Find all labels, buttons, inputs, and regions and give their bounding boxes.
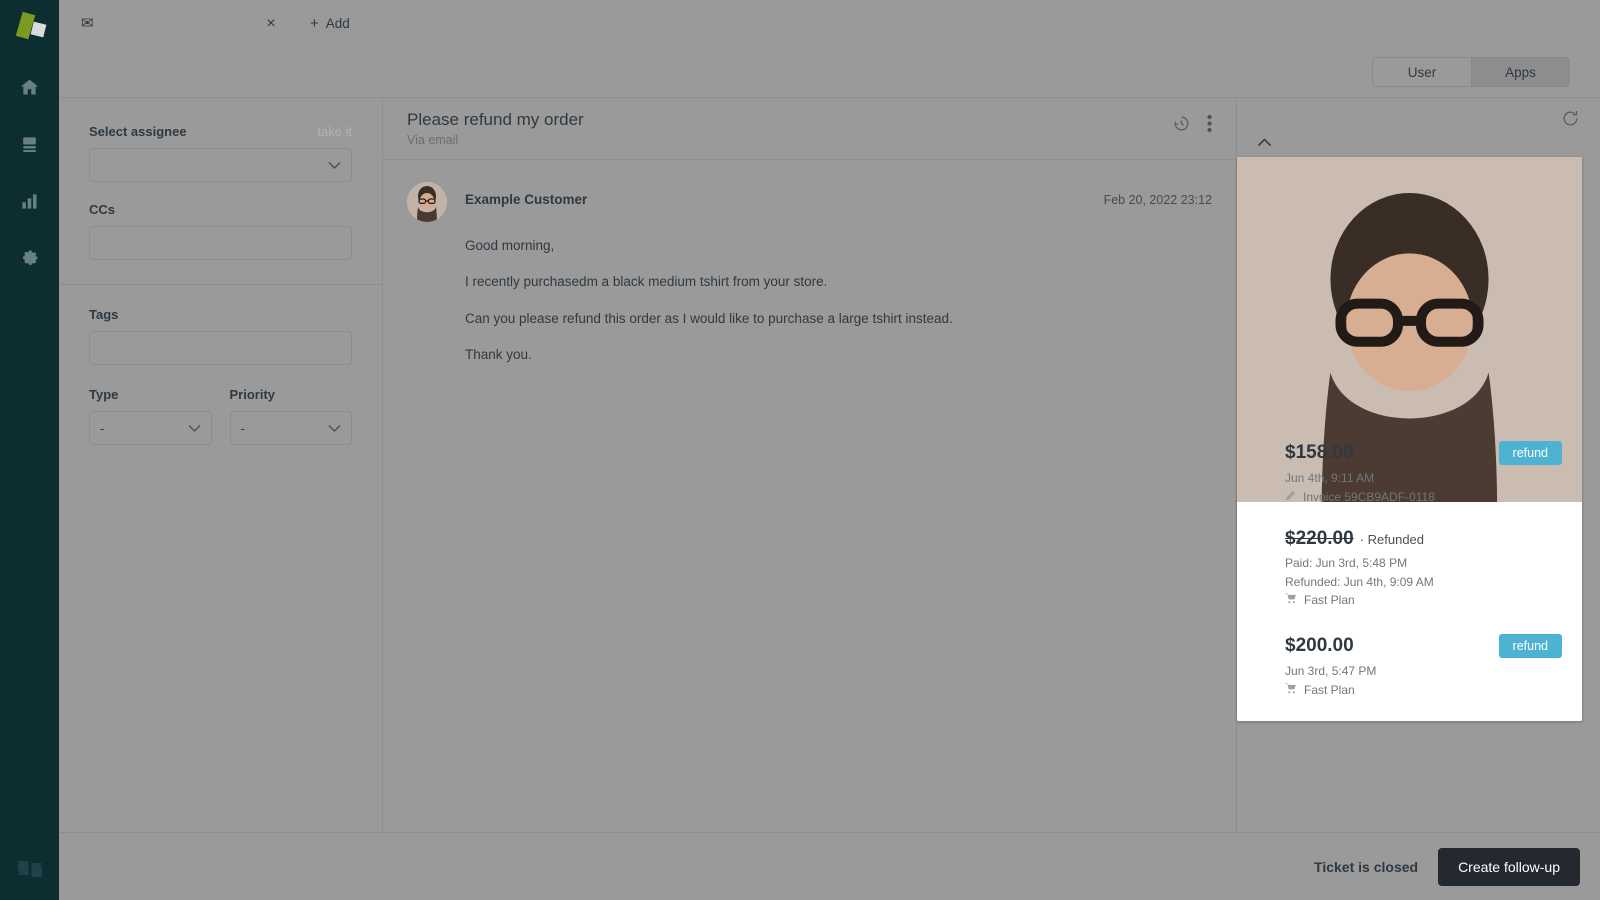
- history-clock-icon[interactable]: [1172, 114, 1191, 133]
- left-nav-rail: [0, 0, 59, 900]
- message-thread: Example Customer Feb 20, 2022 23:12 Good…: [383, 160, 1236, 381]
- message-paragraph: Can you please refund this order as I wo…: [465, 310, 953, 326]
- ticket-header: Please refund my order Via email: [383, 98, 1236, 160]
- apps-panel: ChargeDesk Customer New Search: [1237, 98, 1600, 832]
- type-select[interactable]: -: [89, 411, 212, 445]
- tab-strip-empty-space: [367, 0, 1600, 47]
- zendesk-logo: [10, 10, 50, 44]
- add-tab-button[interactable]: + Add: [294, 0, 368, 47]
- home-icon[interactable]: [11, 70, 49, 104]
- order-date: Jun 4th, 9:11 AM: [1285, 471, 1375, 485]
- chevron-up-icon[interactable]: [1257, 138, 1272, 150]
- type-label: Type: [89, 387, 119, 402]
- priority-value: -: [240, 420, 245, 436]
- refund-button[interactable]: refund: [1498, 633, 1562, 658]
- order-paid-date: Paid: Jun 3rd, 5:48 PM: [1285, 556, 1408, 571]
- message-author: Example Customer: [465, 192, 588, 207]
- priority-select[interactable]: -: [229, 411, 352, 445]
- message-timestamp: Feb 20, 2022 23:12: [1103, 193, 1212, 207]
- more-vertical-icon[interactable]: [1207, 114, 1212, 133]
- cart-icon: [1285, 591, 1297, 610]
- ticket-properties-panel: Select assignee take it CCs Tags Type - …: [59, 98, 383, 832]
- chevron-down-icon: [328, 421, 341, 436]
- tab-strip: ✉ × + Add: [59, 0, 1600, 47]
- order-item[interactable]: $200.00 refund Jun 3rd, 5:47 PM Fast Pla…: [1257, 633, 1562, 700]
- chevron-down-icon: [188, 421, 201, 436]
- envelope-icon: ✉: [81, 15, 94, 32]
- order-item-label: Fast Plan: [1304, 593, 1355, 608]
- zendesk-z-logo: [0, 856, 59, 882]
- footer-bar: Ticket is closed Create follow-up: [59, 832, 1600, 900]
- close-tab-icon[interactable]: ×: [262, 15, 280, 33]
- cart-icon: [1285, 681, 1297, 700]
- order-item[interactable]: $220.00 · Refunded Paid: Jun 3rd, 5:48 P…: [1257, 528, 1562, 610]
- order-amount: $158.00: [1285, 442, 1354, 463]
- order-item-label: Invoice 59CB9ADF-0118: [1303, 489, 1435, 504]
- logo-gray-shape: [30, 21, 46, 38]
- message-body: Good morning, I recently purchasedm a bl…: [465, 236, 1212, 365]
- pencil-icon: [1285, 488, 1296, 507]
- tags-label: Tags: [89, 307, 119, 322]
- tab-apps[interactable]: Apps: [1471, 58, 1569, 86]
- add-tab-label: Add: [325, 16, 350, 31]
- take-it-link[interactable]: take it: [317, 124, 352, 139]
- order-item[interactable]: $158.00 refund Jun 4th, 9:11 AM Invoice …: [1257, 441, 1562, 506]
- main-body: Select assignee take it CCs Tags Type - …: [59, 98, 1600, 832]
- order-amount: $220.00: [1285, 528, 1354, 550]
- message-paragraph: I recently purchasedm a black medium tsh…: [465, 274, 828, 290]
- conversation-panel: Please refund my order Via email Example…: [383, 98, 1237, 832]
- ccs-label: CCs: [89, 202, 116, 217]
- order-item-label: Fast Plan: [1304, 682, 1355, 697]
- plus-icon: +: [310, 15, 319, 32]
- tab-user[interactable]: User: [1373, 58, 1471, 86]
- customer-summary: Example Customer Active Email customer@e…: [1237, 157, 1582, 502]
- views-icon[interactable]: [11, 127, 49, 161]
- refund-button[interactable]: refund: [1498, 441, 1562, 465]
- type-value: -: [100, 420, 105, 436]
- message-paragraph: Good morning,: [465, 238, 555, 253]
- ticket-tab[interactable]: ✉ ×: [59, 0, 294, 47]
- assignee-label: Select assignee: [89, 124, 187, 139]
- message-paragraph: Thank you.: [465, 346, 532, 362]
- reporting-icon[interactable]: [11, 184, 49, 218]
- panel-divider: [59, 284, 382, 285]
- ticket-channel: Via email: [407, 133, 459, 147]
- ticket-title: Please refund my order: [407, 110, 584, 129]
- order-refunded-date: Refunded: Jun 4th, 9:09 AM: [1285, 574, 1434, 589]
- create-followup-button[interactable]: Create follow-up: [1438, 847, 1580, 886]
- chevron-down-icon: [328, 158, 341, 173]
- priority-label: Priority: [229, 387, 276, 402]
- chargedesk-app-card: ChargeDesk Customer New Search: [1237, 157, 1582, 722]
- settings-gear-icon[interactable]: [11, 241, 49, 275]
- customer-avatar: [1237, 157, 1582, 502]
- sub-header-bar: User Apps: [59, 47, 1600, 98]
- order-amount: $200.00: [1285, 634, 1354, 656]
- zendesk-agent-window: ✉ × + Add User Apps Select assignee take…: [0, 0, 1600, 900]
- avatar: [407, 182, 447, 222]
- assignee-select[interactable]: [89, 148, 352, 182]
- ccs-input[interactable]: [89, 226, 352, 260]
- tags-input[interactable]: [89, 331, 352, 365]
- order-status: · Refunded: [1359, 531, 1425, 547]
- order-date: Jun 3rd, 5:47 PM: [1285, 663, 1377, 678]
- user-apps-toggle: User Apps: [1372, 57, 1570, 87]
- ticket-status-text: Ticket is closed: [1314, 858, 1419, 875]
- refresh-icon[interactable]: [1561, 109, 1580, 128]
